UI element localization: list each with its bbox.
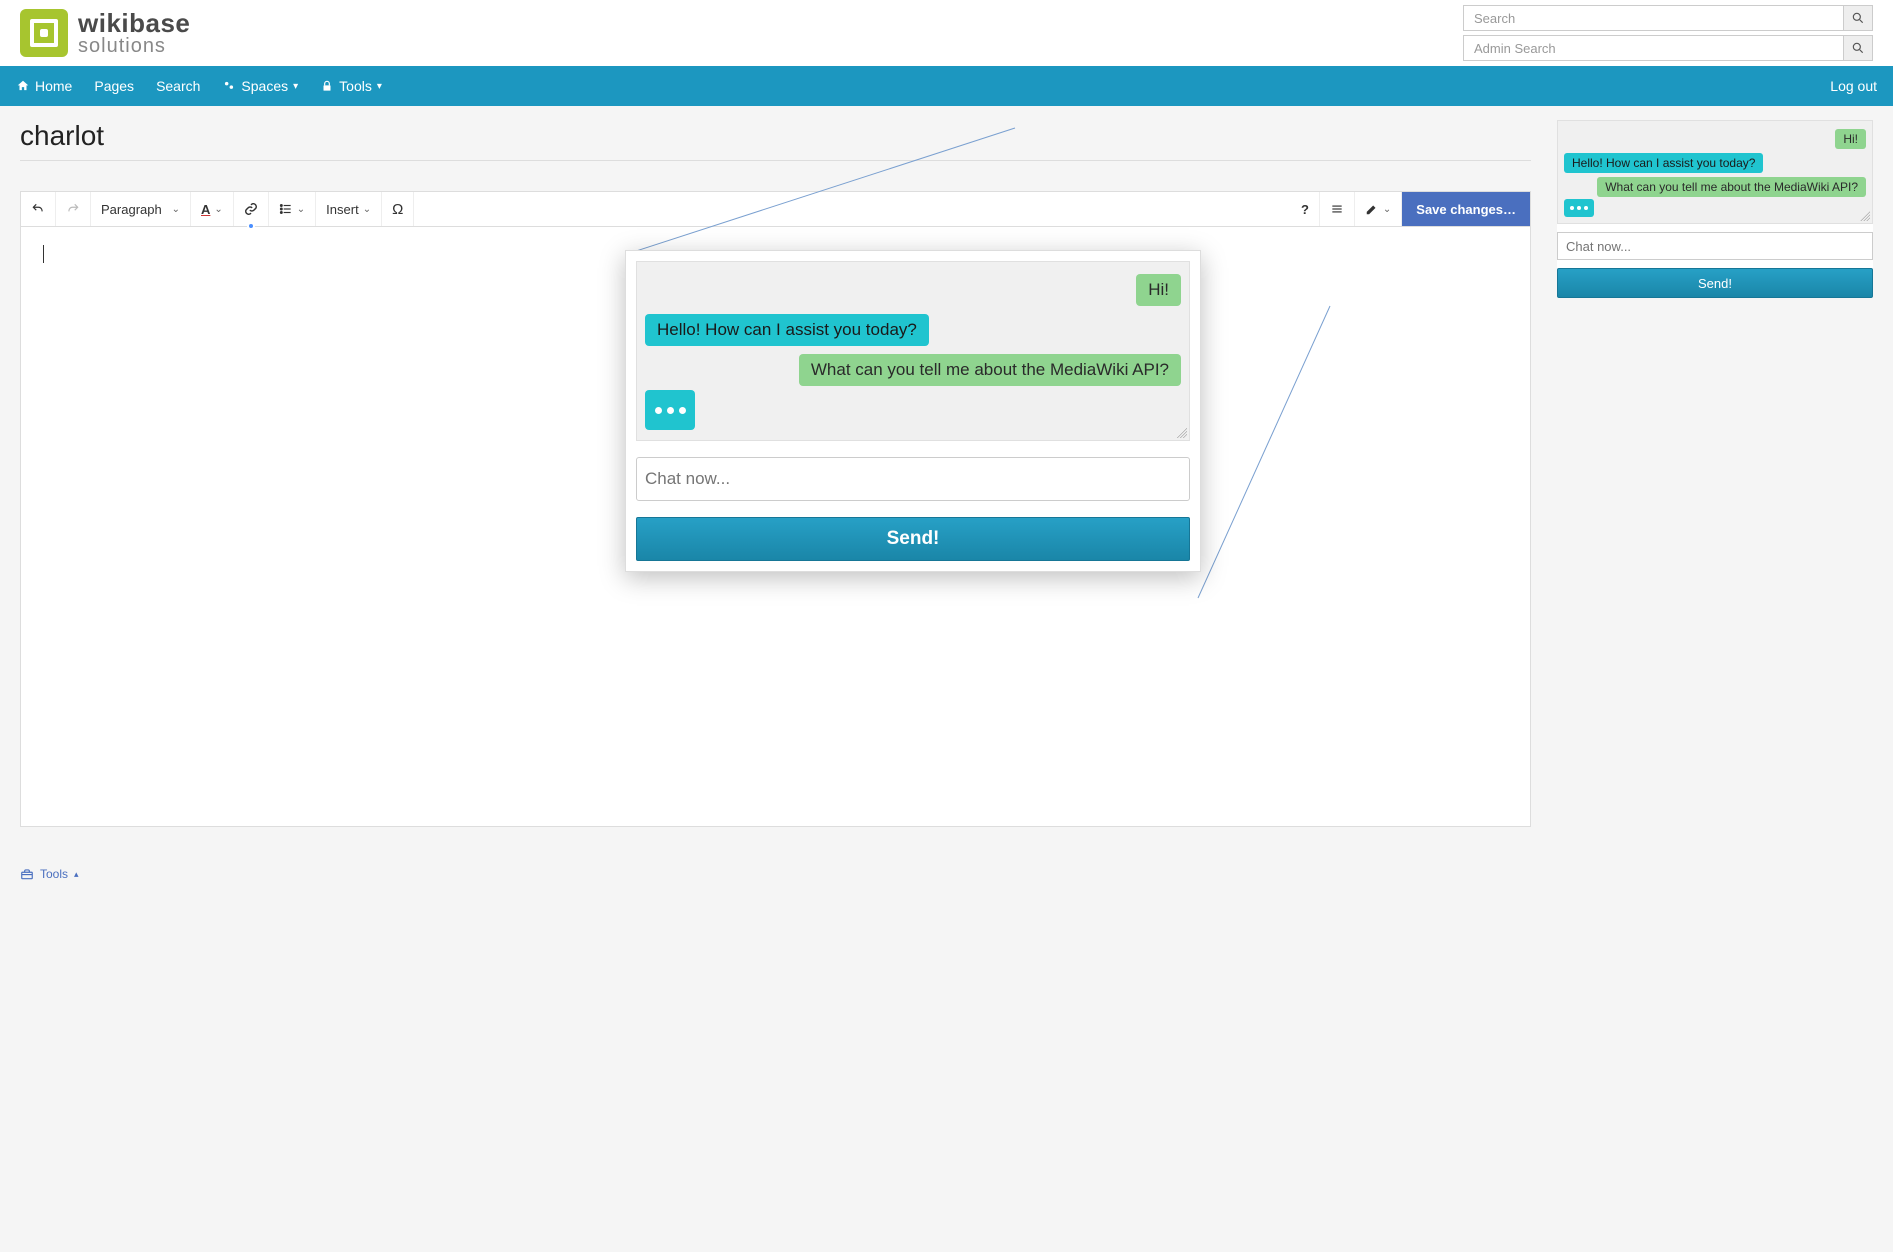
- undo-button[interactable]: [21, 192, 56, 226]
- footer-tools[interactable]: Tools ▴: [0, 861, 1893, 887]
- typing-indicator-icon: [645, 390, 695, 430]
- admin-search-input[interactable]: [1463, 35, 1843, 61]
- chat-log: Hi! Hello! How can I assist you today? W…: [1557, 120, 1873, 224]
- nav-spaces-label: Spaces: [241, 78, 288, 94]
- edit-mode-button[interactable]: ⌄: [1355, 192, 1402, 226]
- pencil-icon: [1365, 202, 1379, 216]
- header: wikibase solutions: [0, 0, 1893, 66]
- insert-label: Insert: [326, 202, 359, 217]
- page-title: charlot: [20, 120, 1531, 161]
- undo-icon: [31, 202, 45, 216]
- logo-line1: wikibase: [78, 10, 190, 36]
- chat-sidebar: Hi! Hello! How can I assist you today? W…: [1557, 120, 1873, 298]
- nav-tools-label: Tools: [339, 78, 372, 94]
- chevron-down-icon: ⌄: [172, 204, 180, 215]
- logo-line2: solutions: [78, 36, 190, 56]
- chevron-down-icon: ⌄: [1383, 204, 1391, 215]
- nav-tools[interactable]: Tools ▾: [320, 78, 382, 94]
- special-char-button[interactable]: Ω: [382, 192, 414, 226]
- navbar: Home Pages Search Spaces ▾ Tools ▾ Log o…: [0, 66, 1893, 106]
- redo-icon: [66, 202, 80, 216]
- save-changes-button[interactable]: Save changes…: [1402, 192, 1530, 226]
- caret-up-icon: ▴: [74, 869, 79, 880]
- style-button[interactable]: A ⌄: [191, 192, 234, 226]
- chevron-down-icon: ⌄: [363, 204, 371, 215]
- chat-popup: Hi! Hello! How can I assist you today? W…: [625, 250, 1201, 572]
- redo-button[interactable]: [56, 192, 91, 226]
- logo-text: wikibase solutions: [78, 10, 190, 56]
- link-button[interactable]: [234, 192, 269, 226]
- search-icon: [1851, 41, 1865, 55]
- text-cursor-icon: [43, 245, 44, 263]
- chat-msg-bot: Hello! How can I assist you today?: [645, 314, 929, 346]
- chat-msg-user: Hi!: [1136, 274, 1181, 306]
- list-button[interactable]: ⌄: [269, 192, 316, 226]
- search-icon: [1851, 11, 1865, 25]
- help-icon: ?: [1301, 202, 1309, 217]
- logo-mark-icon: [20, 9, 68, 57]
- resize-handle-icon[interactable]: [1177, 428, 1187, 438]
- nav-search[interactable]: Search: [156, 78, 200, 94]
- nav-pages[interactable]: Pages: [94, 78, 134, 94]
- chat-input-zoom[interactable]: [636, 457, 1190, 501]
- chat-log-zoom: Hi! Hello! How can I assist you today? W…: [636, 261, 1190, 441]
- chevron-down-icon: ⌄: [214, 204, 222, 215]
- chevron-down-icon: ⌄: [297, 204, 305, 215]
- nav-search-label: Search: [156, 78, 200, 94]
- nav-logout[interactable]: Log out: [1830, 78, 1877, 94]
- search-button[interactable]: [1843, 5, 1873, 31]
- nav-home-label: Home: [35, 78, 72, 94]
- toolbox-icon: [20, 867, 34, 881]
- indicator-dot-icon: [247, 222, 255, 230]
- home-icon: [16, 79, 30, 93]
- resize-handle-icon[interactable]: [1860, 211, 1870, 221]
- search-input[interactable]: [1463, 5, 1843, 31]
- chat-send-button[interactable]: Send!: [1557, 268, 1873, 298]
- chat-send-button-zoom[interactable]: Send!: [636, 517, 1190, 561]
- hamburger-icon: [1330, 202, 1344, 216]
- caret-down-icon: ▾: [293, 81, 298, 92]
- omega-icon: Ω: [392, 201, 403, 218]
- help-button[interactable]: ?: [1291, 192, 1320, 226]
- logo[interactable]: wikibase solutions: [20, 9, 190, 57]
- nav-home[interactable]: Home: [16, 78, 72, 94]
- chat-msg-user: Hi!: [1835, 129, 1866, 149]
- lock-icon: [320, 79, 334, 93]
- footer-tools-label: Tools: [40, 867, 68, 881]
- chat-msg-user: What can you tell me about the MediaWiki…: [799, 354, 1181, 386]
- paragraph-select[interactable]: Paragraph ⌄: [91, 192, 191, 226]
- gears-icon: [222, 79, 236, 93]
- nav-spaces[interactable]: Spaces ▾: [222, 78, 298, 94]
- text-style-icon: A: [201, 202, 210, 217]
- chat-msg-bot: Hello! How can I assist you today?: [1564, 153, 1763, 173]
- chat-msg-user: What can you tell me about the MediaWiki…: [1597, 177, 1866, 197]
- link-icon: [244, 202, 258, 216]
- typing-indicator-icon: [1564, 199, 1594, 217]
- paragraph-select-label: Paragraph: [101, 202, 162, 217]
- list-icon: [279, 202, 293, 216]
- insert-button[interactable]: Insert ⌄: [316, 192, 382, 226]
- search-stack: [1463, 5, 1873, 61]
- menu-button[interactable]: [1320, 192, 1355, 226]
- caret-down-icon: ▾: [377, 81, 382, 92]
- chat-input[interactable]: [1557, 232, 1873, 260]
- nav-pages-label: Pages: [94, 78, 134, 94]
- editor-toolbar: Paragraph ⌄ A ⌄ ⌄ Insert ⌄: [20, 191, 1531, 227]
- admin-search-button[interactable]: [1843, 35, 1873, 61]
